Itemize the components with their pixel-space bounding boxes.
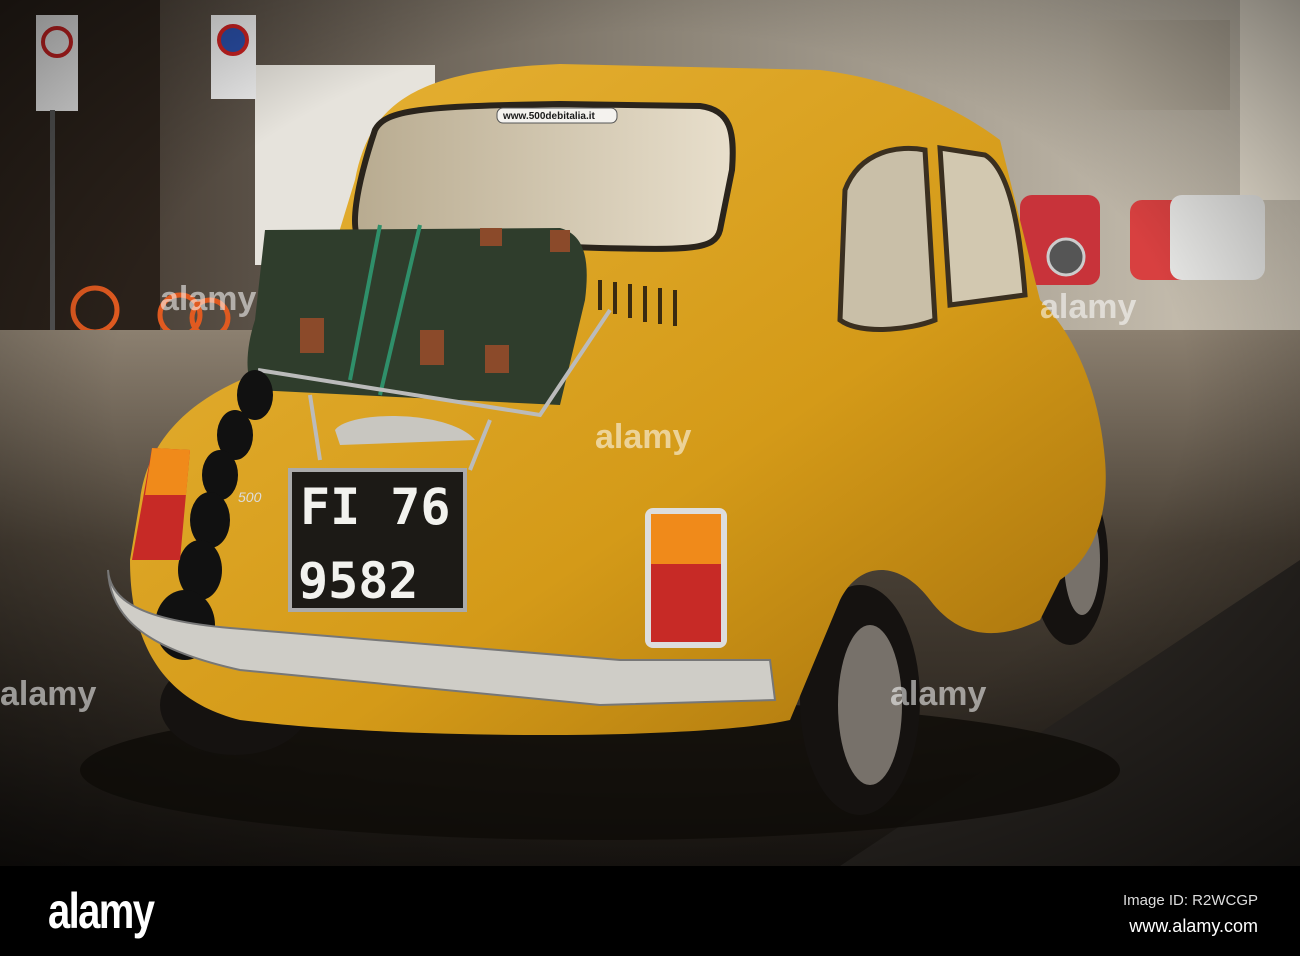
car-photo: www.500debitalia.it 500 FI 76 9582 alamy… <box>0 0 1300 866</box>
rear-window <box>352 100 736 252</box>
plate-line-1: FI 76 <box>300 478 451 536</box>
plate-line-2: 9582 <box>298 552 418 610</box>
stock-photo: www.500debitalia.it 500 FI 76 9582 alamy… <box>0 0 1300 956</box>
side-mirror <box>1046 237 1086 277</box>
model-badge: 500 <box>238 489 262 505</box>
image-id: Image ID: R2WCGP <box>1122 892 1258 909</box>
footer-bar: alamy Image ID: R2WCGP www.alamy.com <box>0 866 1300 956</box>
side-window <box>837 145 938 332</box>
license-plate: FI 76 9582 <box>288 468 467 612</box>
alamy-logo: alamy <box>48 883 155 939</box>
window-sticker: www.500debitalia.it <box>502 111 596 122</box>
website-link[interactable]: www.alamy.com <box>1129 916 1258 937</box>
tail-light-right <box>645 508 727 648</box>
parked-car <box>1170 195 1265 280</box>
